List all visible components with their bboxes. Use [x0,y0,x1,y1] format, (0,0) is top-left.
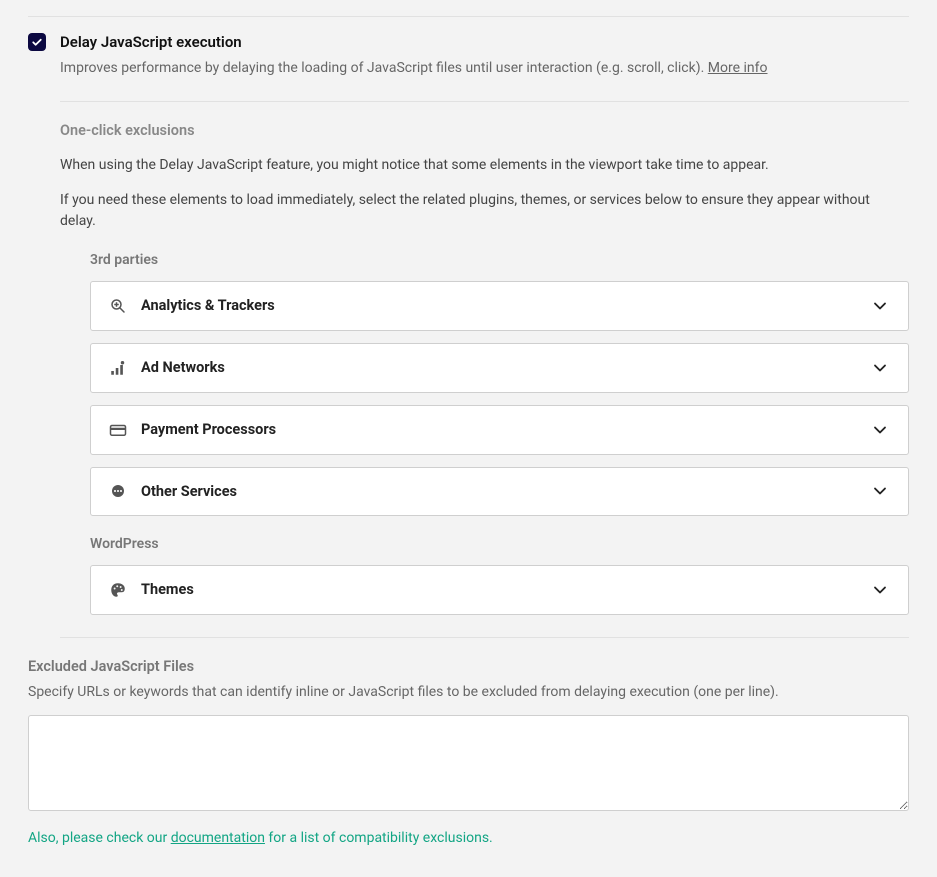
themes-icon [109,581,127,599]
delay-js-title: Delay JavaScript execution [60,31,909,54]
accordion-analytics-trackers[interactable]: Analytics & Trackers [90,281,909,331]
chevron-down-icon [870,358,890,378]
chevron-down-icon [870,296,890,316]
chevron-down-icon [870,580,890,600]
chevron-down-icon [870,481,890,501]
accordion-payment-processors[interactable]: Payment Processors [90,405,909,455]
accordion-label: Ad Networks [141,357,856,379]
chevron-down-icon [870,420,890,440]
accordion-themes[interactable]: Themes [90,565,909,615]
excluded-files-title: Excluded JavaScript Files [28,656,909,678]
accordion-label: Payment Processors [141,419,856,441]
third-parties-label: 3rd parties [90,250,909,271]
wordpress-label: WordPress [90,534,909,555]
accordion-label: Analytics & Trackers [141,295,856,317]
delay-js-setting: Delay JavaScript execution Improves perf… [28,31,909,656]
ad-networks-icon [109,359,127,377]
delay-js-desc: Improves performance by delaying the loa… [60,58,909,79]
accordion-label: Themes [141,579,856,601]
documentation-note: Also, please check our documentation for… [28,828,909,849]
exclusions-p2: If you need these elements to load immed… [60,190,909,232]
documentation-link[interactable]: documentation [171,830,265,846]
excluded-files-desc: Specify URLs or keywords that can identi… [28,682,909,703]
check-icon [31,36,43,48]
accordion-ad-networks[interactable]: Ad Networks [90,343,909,393]
exclusions-heading: One-click exclusions [60,120,909,142]
more-info-link[interactable]: More info [708,60,768,76]
analytics-icon [109,297,127,315]
exclusions-p1: When using the Delay JavaScript feature,… [60,155,909,176]
divider [60,637,909,638]
other-services-icon [109,482,127,500]
payment-icon [109,421,127,439]
delay-js-checkbox[interactable] [28,33,46,51]
divider [60,101,909,102]
accordion-other-services[interactable]: Other Services [90,467,909,517]
accordion-label: Other Services [141,481,856,503]
excluded-files-textarea[interactable] [28,715,909,811]
